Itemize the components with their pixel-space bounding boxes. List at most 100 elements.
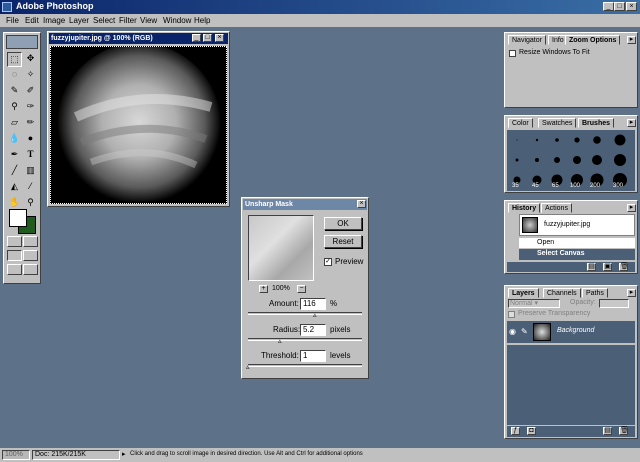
tab-actions[interactable]: Actions [541, 203, 572, 213]
airbrush-tool-icon[interactable]: ✎ [7, 84, 22, 99]
ok-button[interactable]: OK [324, 217, 362, 230]
history-item-select-canvas[interactable]: Select Canvas [519, 249, 635, 260]
menu-file[interactable]: File [6, 16, 19, 25]
tab-channels[interactable]: Channels [543, 288, 581, 298]
layer-mask-icon[interactable]: ◘ [527, 427, 536, 435]
paint-bucket-icon[interactable]: ◭ [7, 180, 22, 195]
screen-mode-standard-icon[interactable] [7, 250, 22, 261]
foreground-color-swatch[interactable] [9, 209, 27, 227]
tab-paths[interactable]: Paths [582, 288, 608, 298]
resize-windows-checkbox[interactable] [509, 50, 516, 57]
tab-layers[interactable]: Layers [508, 288, 539, 298]
maximize-icon[interactable]: □ [614, 2, 625, 11]
new-snapshot-icon[interactable]: ▣ [603, 263, 612, 271]
menu-layer[interactable]: Layer [69, 16, 89, 25]
brush-size: 45 [532, 183, 539, 189]
eye-visibility-icon[interactable]: ◉ [509, 327, 516, 336]
history-item-label: Select Canvas [537, 250, 585, 257]
dialog-close-icon[interactable]: × [357, 200, 366, 208]
preview-checkbox[interactable]: ✓ [324, 258, 332, 266]
brushes-panel: Color Swatches Brushes ▸ 35 45 65 100 20… [504, 115, 638, 193]
new-layer-icon[interactable]: ▤ [603, 427, 612, 435]
jupiter-image [57, 47, 221, 203]
panel-menu-icon[interactable]: ▸ [627, 204, 636, 212]
radius-slider[interactable] [248, 338, 362, 341]
amount-slider-thumb[interactable]: ▵ [313, 311, 317, 319]
history-snapshot[interactable]: fuzzyjupiter.jpg [519, 214, 635, 236]
eraser-tool-icon[interactable]: ▱ [7, 116, 22, 131]
preview-thumbnail[interactable] [248, 215, 314, 281]
menu-select[interactable]: Select [93, 16, 115, 25]
lasso-tool-icon[interactable]: ◌ [7, 68, 22, 83]
preserve-transparency-checkbox[interactable] [508, 311, 515, 318]
amount-slider[interactable] [248, 312, 362, 315]
tab-navigator[interactable]: Navigator [508, 35, 546, 45]
type-tool-icon[interactable]: T [23, 148, 38, 163]
radius-input[interactable]: 5.2 [300, 324, 326, 336]
history-item-open[interactable]: Open [519, 238, 635, 248]
threshold-slider-thumb[interactable]: ▵ [246, 363, 250, 371]
preview-label: Preview [335, 257, 364, 266]
eyedropper-tool-icon[interactable]: ⁄ [23, 180, 38, 195]
paintbrush-tool-icon[interactable]: ✐ [23, 84, 38, 99]
brush-link-icon[interactable]: ✎ [521, 327, 528, 336]
menu-edit[interactable]: Edit [25, 16, 39, 25]
line-tool-icon[interactable]: ╱ [7, 164, 22, 179]
menu-window[interactable]: Window [163, 16, 191, 25]
layer-row-background[interactable]: ◉ ✎ Background [507, 321, 635, 343]
pen-tool-icon[interactable]: ✒ [7, 148, 22, 163]
panel-menu-icon[interactable]: ▸ [627, 36, 636, 44]
image-maximize-icon[interactable]: □ [203, 34, 212, 42]
trash-icon[interactable]: 🗑 [619, 263, 629, 271]
blur-tool-icon[interactable]: 💧 [7, 132, 22, 147]
amount-input[interactable]: 116 [300, 298, 326, 310]
new-document-icon[interactable]: ▤ [587, 263, 596, 271]
tab-zoom-options[interactable]: Zoom Options [565, 35, 621, 45]
panel-menu-icon[interactable]: ▸ [627, 119, 636, 127]
tab-swatches[interactable]: Swatches [538, 118, 577, 128]
layers-list-empty [507, 345, 635, 425]
layers-footer: ƒ ◘ ▤ 🗑 [507, 426, 635, 437]
image-close-icon[interactable]: × [215, 34, 224, 42]
screen-mode-full-icon[interactable] [7, 264, 22, 275]
magic-wand-icon[interactable]: ✧ [23, 68, 38, 83]
zoom-in-icon[interactable]: + [259, 285, 268, 293]
stamp-tool-icon[interactable]: ⚲ [7, 100, 22, 115]
menu-filter[interactable]: Filter [119, 16, 137, 25]
threshold-slider[interactable] [248, 364, 362, 367]
menu-image[interactable]: Image [43, 16, 65, 25]
gradient-tool-icon[interactable]: ▥ [23, 164, 38, 179]
radius-slider-thumb[interactable]: ▵ [278, 337, 282, 345]
move-tool-icon[interactable]: ✥ [23, 52, 38, 67]
image-canvas[interactable] [50, 46, 227, 204]
tab-color[interactable]: Color [508, 118, 533, 128]
tab-brushes[interactable]: Brushes [578, 118, 615, 128]
history-brush-icon[interactable]: ✑ [23, 100, 38, 115]
image-minimize-icon[interactable]: _ [192, 34, 201, 42]
menu-help[interactable]: Help [194, 16, 210, 25]
layer-style-icon[interactable]: ƒ [511, 427, 520, 435]
tab-history[interactable]: History [508, 203, 541, 213]
marquee-tool-icon[interactable]: ⬚ [7, 52, 22, 67]
brush-size: 65 [552, 183, 559, 189]
amount-unit: % [330, 299, 338, 308]
screen-mode-full-menu-icon[interactable] [23, 250, 38, 261]
zoom-level[interactable]: 100% [2, 450, 30, 460]
opacity-field[interactable] [599, 299, 629, 308]
standard-mode-icon[interactable] [7, 236, 22, 247]
close-icon[interactable]: × [626, 2, 637, 11]
threshold-input[interactable]: 1 [300, 350, 326, 362]
jump-to-imageready-icon[interactable] [23, 264, 38, 275]
trash-icon[interactable]: 🗑 [619, 427, 629, 435]
minimize-icon[interactable]: _ [603, 2, 614, 11]
snapshot-thumbnail [522, 217, 538, 233]
quick-mask-icon[interactable] [23, 236, 38, 247]
menu-view[interactable]: View [140, 16, 157, 25]
dodge-tool-icon[interactable]: ● [23, 132, 38, 147]
pencil-tool-icon[interactable]: ✏ [23, 116, 38, 131]
blend-mode-select[interactable]: Normal ▾ [508, 299, 560, 308]
doc-size[interactable]: Doc: 215K/215K [32, 450, 120, 460]
zoom-out-icon[interactable]: − [297, 285, 306, 293]
reset-button[interactable]: Reset [324, 235, 362, 248]
panel-menu-icon[interactable]: ▸ [627, 289, 636, 297]
